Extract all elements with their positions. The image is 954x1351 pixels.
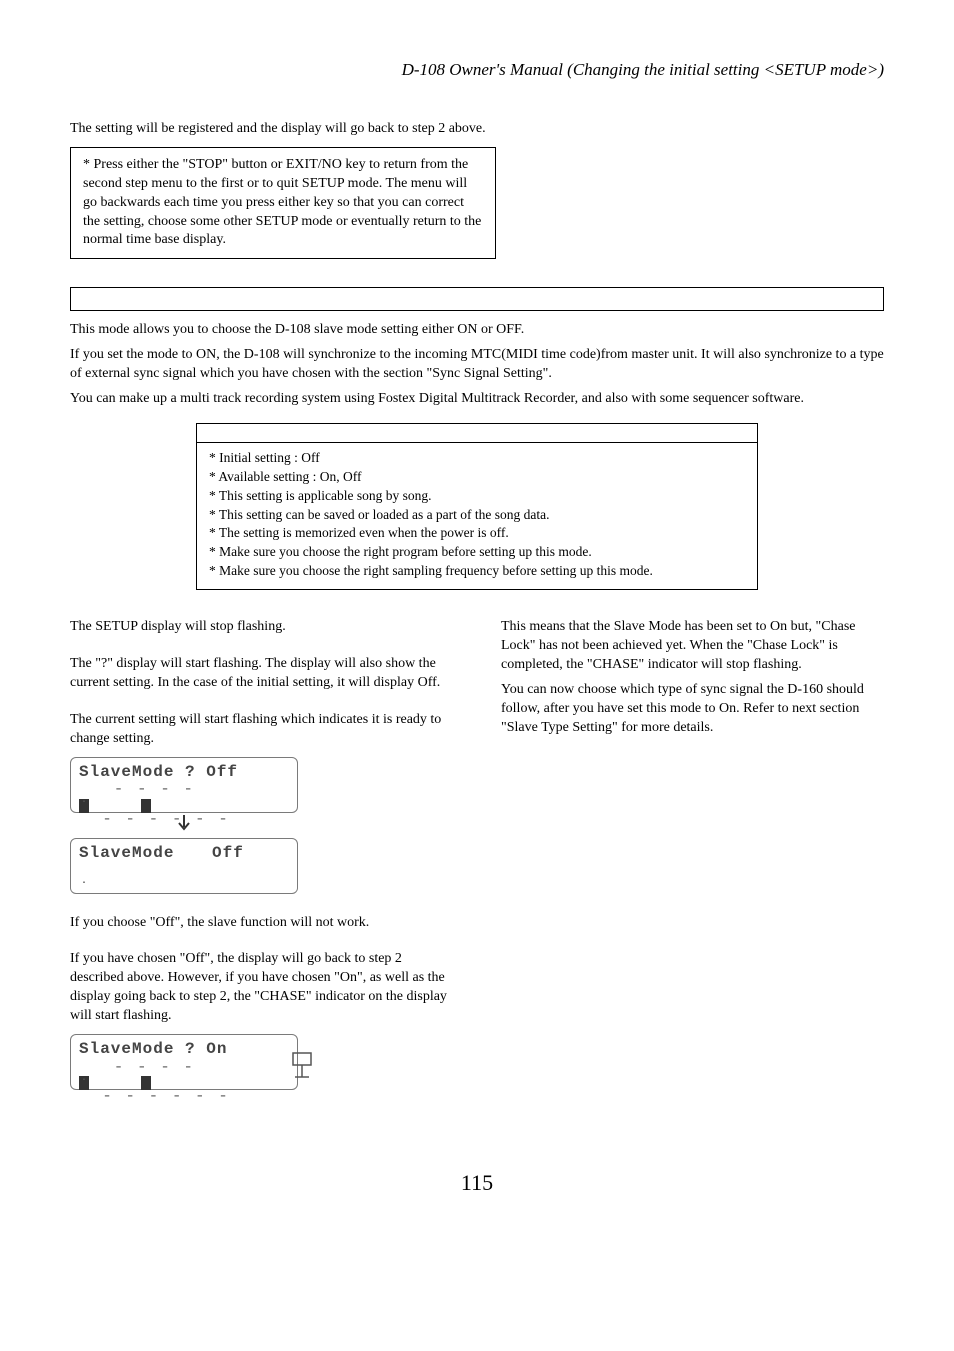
left-p4: If you choose "Off", the slave function … <box>70 914 453 933</box>
lcd2b-text: Off <box>212 844 244 862</box>
page-number: 115 <box>70 1170 884 1196</box>
left-p1: The SETUP display will stop flashing. <box>70 618 453 637</box>
lcd-display-1: SlaveMode ? Off - - - - - - - - - - . <box>70 757 298 813</box>
section-p3: You can make up a multi track recording … <box>70 390 884 409</box>
info-item-7: * Make sure you choose the right samplin… <box>209 562 745 581</box>
info-item-1: * Initial setting : Off <box>209 449 745 468</box>
info-box-header <box>197 424 757 443</box>
left-p5: If you have chosen "Off", the display wi… <box>70 950 453 1026</box>
info-item-5: * The setting is memorized even when the… <box>209 524 745 543</box>
lcd-group: SlaveMode ? Off - - - - - - - - - - . Sl… <box>70 757 298 894</box>
right-column: This means that the Slave Mode has been … <box>501 618 884 1110</box>
lcd-group-2: SlaveMode ? On - - - - - - - - - - . <box>70 1034 320 1090</box>
intro-paragraph: The setting will be registered and the d… <box>70 120 490 139</box>
lcd-display-3: SlaveMode ? On - - - - - - - - - - . <box>70 1034 298 1090</box>
chase-indicator-icon <box>291 1051 317 1089</box>
intro-text: The setting will be registered and the d… <box>70 120 490 139</box>
info-box: * Initial setting : Off * Available sett… <box>196 423 758 590</box>
lcd3-underline: - - - - <box>79 1057 289 1079</box>
note-box-text: * Press either the "STOP" button or EXIT… <box>83 157 481 248</box>
lcd-dot-icon: . <box>81 875 87 889</box>
info-item-2: * Available setting : On, Off <box>209 468 745 487</box>
info-item-4: * This setting can be saved or loaded as… <box>209 506 745 525</box>
page-header: D-108 Owner's Manual (Changing the initi… <box>70 60 884 80</box>
section-p2: If you set the mode to ON, the D-108 wil… <box>70 346 884 384</box>
section-p1: This mode allows you to choose the D-108… <box>70 321 884 340</box>
section-body: This mode allows you to choose the D-108… <box>70 321 884 409</box>
info-item-3: * This setting is applicable song by son… <box>209 487 745 506</box>
left-p3: The current setting will start flashing … <box>70 711 453 749</box>
left-column: The SETUP display will stop flashing. Th… <box>70 618 453 1110</box>
lcd2a-text: SlaveMode <box>79 844 174 862</box>
lcd-dot-icon: . <box>81 794 87 808</box>
lcd3-dashes: - - - - - - <box>79 1086 289 1108</box>
section-divider-box <box>70 287 884 311</box>
right-p2: You can now choose which type of sync si… <box>501 681 884 738</box>
info-box-body: * Initial setting : Off * Available sett… <box>197 443 757 589</box>
lcd1-underline: - - - - <box>79 779 289 801</box>
lcd-display-2: SlaveMode Off . <box>70 838 298 894</box>
lcd-dot-icon: . <box>81 1072 87 1086</box>
note-box: * Press either the "STOP" button or EXIT… <box>70 147 496 259</box>
lcd1-dashes: - - - - - - <box>79 809 289 831</box>
right-p1: This means that the Slave Mode has been … <box>501 618 884 675</box>
left-p2: The "?" display will start flashing. The… <box>70 655 453 693</box>
info-item-6: * Make sure you choose the right program… <box>209 543 745 562</box>
